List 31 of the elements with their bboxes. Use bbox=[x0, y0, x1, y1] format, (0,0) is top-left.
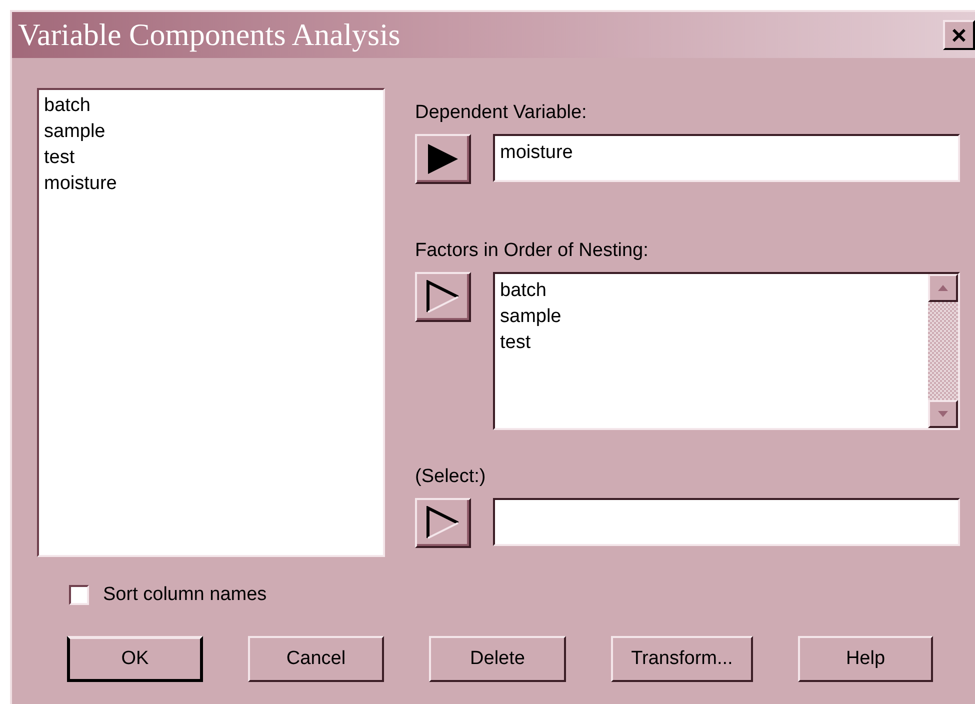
field-label: Factors in Order of Nesting: bbox=[415, 240, 650, 262]
dialog-button[interactable]: Help bbox=[798, 636, 933, 682]
add-button[interactable] bbox=[415, 498, 471, 548]
input-field[interactable]: moisture bbox=[493, 134, 960, 182]
checkbox[interactable] bbox=[69, 585, 89, 605]
add-button[interactable] bbox=[415, 134, 471, 184]
list-item[interactable]: moisture bbox=[44, 171, 378, 197]
factors-list[interactable]: batch sample test bbox=[493, 272, 960, 430]
checkbox-label[interactable]: Sort column names bbox=[103, 584, 267, 606]
window-title: Variable Components Analysis bbox=[18, 17, 400, 53]
add-button[interactable] bbox=[415, 272, 471, 322]
up-arrow-icon bbox=[938, 285, 948, 291]
list-item[interactable]: batch bbox=[500, 278, 923, 304]
close-button[interactable]: × bbox=[943, 20, 975, 50]
column-list[interactable]: batch sample test moisture bbox=[37, 88, 385, 557]
list-item[interactable]: test bbox=[500, 330, 923, 356]
dialog-button[interactable]: Cancel bbox=[248, 636, 384, 682]
field-label: Dependent Variable: bbox=[415, 102, 588, 124]
scroll-up-button[interactable] bbox=[928, 274, 958, 302]
list-item[interactable]: sample bbox=[500, 304, 923, 330]
list-item[interactable]: sample bbox=[44, 119, 378, 145]
dialog-button[interactable]: Delete bbox=[429, 636, 566, 682]
dialog-button[interactable]: Transform... bbox=[611, 636, 753, 682]
input-field[interactable] bbox=[493, 498, 960, 546]
down-arrow-icon bbox=[938, 411, 948, 417]
list-item[interactable]: test bbox=[44, 145, 378, 171]
list-item[interactable]: batch bbox=[44, 93, 378, 119]
field-label: (Select:) bbox=[415, 466, 487, 488]
scrollbar[interactable] bbox=[928, 274, 958, 428]
scroll-down-button[interactable] bbox=[928, 400, 958, 428]
dialog-button[interactable]: OK bbox=[67, 636, 203, 682]
